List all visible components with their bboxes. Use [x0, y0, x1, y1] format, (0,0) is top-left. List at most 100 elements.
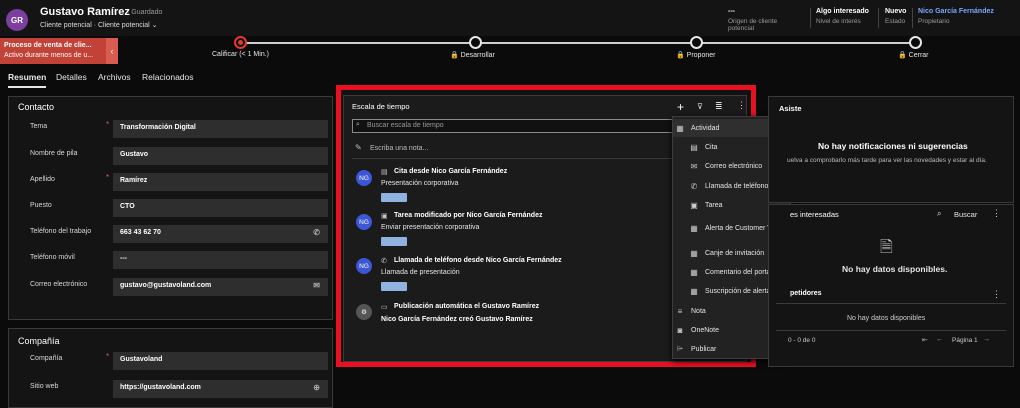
phone-icon: ✆	[690, 181, 698, 191]
timeline-entry-subject: Llamada de presentación	[381, 269, 460, 276]
record-type-selector[interactable]: Cliente potencial · Cliente potencial ⌄	[40, 21, 158, 29]
header-field-label: Origen de cliente potencial	[728, 18, 778, 32]
header-field-interest: Algo interesado Nivel de interés	[816, 8, 869, 25]
stage-develop-marker[interactable]	[469, 36, 482, 49]
stakeholders-search-button[interactable]: Buscar	[954, 210, 977, 219]
more-vertical-icon[interactable]: ⋮	[992, 289, 1001, 300]
email-input[interactable]: gustavo@gustavoland.com ✉	[113, 278, 328, 296]
search-icon: ⌕	[356, 121, 360, 128]
menu-item-label: Actividad	[691, 124, 720, 132]
post-icon: ▭	[381, 304, 388, 311]
envelope-icon[interactable]: ✉	[313, 281, 320, 290]
avatar: NG	[356, 258, 372, 274]
owner-link[interactable]: Nico García Fernández	[918, 8, 994, 15]
more-vertical-icon[interactable]: ⋮	[992, 208, 1001, 219]
pager-page: Página 1	[952, 337, 978, 344]
field-company: Compañía * Gustavoland	[18, 352, 328, 374]
field-topic: Tema * Transformación Digital	[18, 120, 328, 142]
header-field-status: Nuevo Estado	[885, 8, 906, 25]
required-icon: *	[106, 120, 110, 129]
timeline-entry-title[interactable]: Publicación automática el Gustavo Ramíre…	[394, 303, 539, 310]
assistant-title: Asiste	[779, 104, 802, 113]
pencil-icon: ✎	[355, 143, 362, 152]
globe-icon[interactable]: ⊕	[313, 383, 320, 392]
menu-item-label: Suscripción de alerta	[705, 287, 771, 295]
field-website: Sitio web https://gustavoland.com ⊕	[18, 380, 328, 402]
competitors-title: petidores	[790, 290, 822, 297]
header-field-lead-source: --- Origen de cliente potencial	[728, 8, 788, 32]
stage-propose-marker[interactable]	[690, 36, 703, 49]
stage-develop-label[interactable]: 🔒 Desarrollar	[450, 51, 495, 59]
contact-card-title: Contacto	[18, 102, 55, 112]
stage-qualify-marker[interactable]	[234, 36, 247, 49]
timeline-entry-title[interactable]: Cita desde Nico García Fernández	[394, 168, 507, 175]
job-title-input[interactable]: CTO	[113, 199, 328, 217]
field-label: Correo electrónico	[30, 281, 88, 288]
required-icon: *	[106, 173, 110, 182]
timeline-entry-subject: Nico García Fernández creó Gustavo Ramír…	[381, 316, 533, 323]
plus-icon[interactable]: +	[677, 100, 684, 114]
tab-details[interactable]: Detalles	[56, 72, 87, 82]
company-input[interactable]: Gustavoland	[113, 352, 328, 370]
status-badge	[381, 237, 407, 246]
mobile-phone-input[interactable]: ---	[113, 251, 328, 269]
process-bar	[0, 36, 1020, 66]
header-field-label: Nivel de interés	[816, 18, 861, 25]
header-field-value: Nuevo	[885, 8, 907, 15]
divider	[810, 8, 811, 28]
menu-item-label: Llamada de teléfono	[705, 182, 769, 190]
avatar: GR	[6, 9, 28, 31]
menu-item-label: OneNote	[691, 326, 720, 334]
stage-close-marker[interactable]	[909, 36, 922, 49]
email-value: gustavo@gustavoland.com	[120, 282, 212, 289]
topic-input[interactable]: Transformación Digital	[113, 120, 328, 138]
selected-tab-indicator	[8, 86, 46, 88]
website-input[interactable]: https://gustavoland.com ⊕	[113, 380, 328, 398]
alert-subscription-icon: ▦	[690, 286, 698, 296]
active-process-flyout[interactable]: Proceso de venta de clie... Activo duran…	[0, 38, 118, 64]
field-email: Correo electrónico gustavo@gustavoland.c…	[18, 278, 328, 300]
menu-item-label: Correo electrónico	[705, 162, 763, 170]
field-label: Puesto	[30, 202, 52, 209]
previous-page-icon[interactable]: ←	[936, 336, 943, 343]
field-first-name: Nombre de pila Gustavo	[18, 147, 328, 169]
activity-icon: ▦	[676, 123, 684, 133]
next-page-icon[interactable]: →	[983, 336, 990, 343]
field-label: Sitio web	[30, 383, 59, 390]
phone-icon[interactable]: ✆	[313, 228, 320, 237]
note-input[interactable]: Escriba una nota...	[370, 145, 428, 152]
business-phone-input[interactable]: 663 43 62 70 ✆	[113, 225, 328, 243]
first-page-icon[interactable]: ⇤	[922, 336, 928, 344]
customer-voice-icon: ▦	[690, 224, 698, 233]
chevron-left-icon[interactable]: ‹	[106, 38, 118, 64]
header-field-label: Propietario	[918, 18, 950, 25]
status-badge	[381, 193, 407, 202]
divider	[776, 330, 1006, 331]
field-label: Teléfono del trabajo	[30, 228, 92, 235]
timeline-entry-subject: Presentación corporativa	[381, 180, 459, 187]
timeline-entry-title[interactable]: Llamada de teléfono desde Nico García Fe…	[394, 257, 562, 264]
stage-propose-label[interactable]: 🔒 Proponer	[676, 51, 715, 59]
timeline-search-input[interactable]: Buscar escala de tiempo	[352, 119, 682, 133]
last-name-input[interactable]: Ramírez	[113, 173, 328, 191]
tab-summary[interactable]: Resumen	[8, 72, 46, 82]
filter-icon[interactable]: ⊽	[697, 102, 703, 111]
field-business-phone: Teléfono del trabajo 663 43 62 70 ✆	[18, 225, 328, 247]
sort-list-icon[interactable]: ≣	[715, 101, 723, 112]
stage-close-label[interactable]: 🔒 Cerrar	[898, 51, 929, 59]
business-phone-value: 663 43 62 70	[120, 229, 161, 236]
timeline-entry-title[interactable]: Tarea modificado por Nico García Fernánd…	[394, 212, 542, 219]
search-placeholder: Buscar escala de tiempo	[367, 122, 444, 129]
stage-qualify-label[interactable]: Calificar (< 1 Min.)	[212, 51, 269, 58]
competitors-empty: No hay datos disponibles	[847, 315, 926, 322]
header-field-owner[interactable]: Nico García Fernández Propietario	[918, 8, 994, 25]
company-card-title: Compañía	[18, 336, 60, 346]
tab-related[interactable]: Relacionados	[142, 72, 194, 82]
task-icon: ▣	[381, 213, 388, 220]
assistant-empty-title: No hay notificaciones ni sugerencias	[818, 141, 968, 151]
field-label: Tema	[30, 123, 48, 130]
stakeholders-title: es interesadas	[790, 210, 839, 219]
first-name-input[interactable]: Gustavo	[113, 147, 328, 165]
more-vertical-icon[interactable]: ⋮	[737, 100, 746, 111]
tab-files[interactable]: Archivos	[98, 72, 131, 82]
